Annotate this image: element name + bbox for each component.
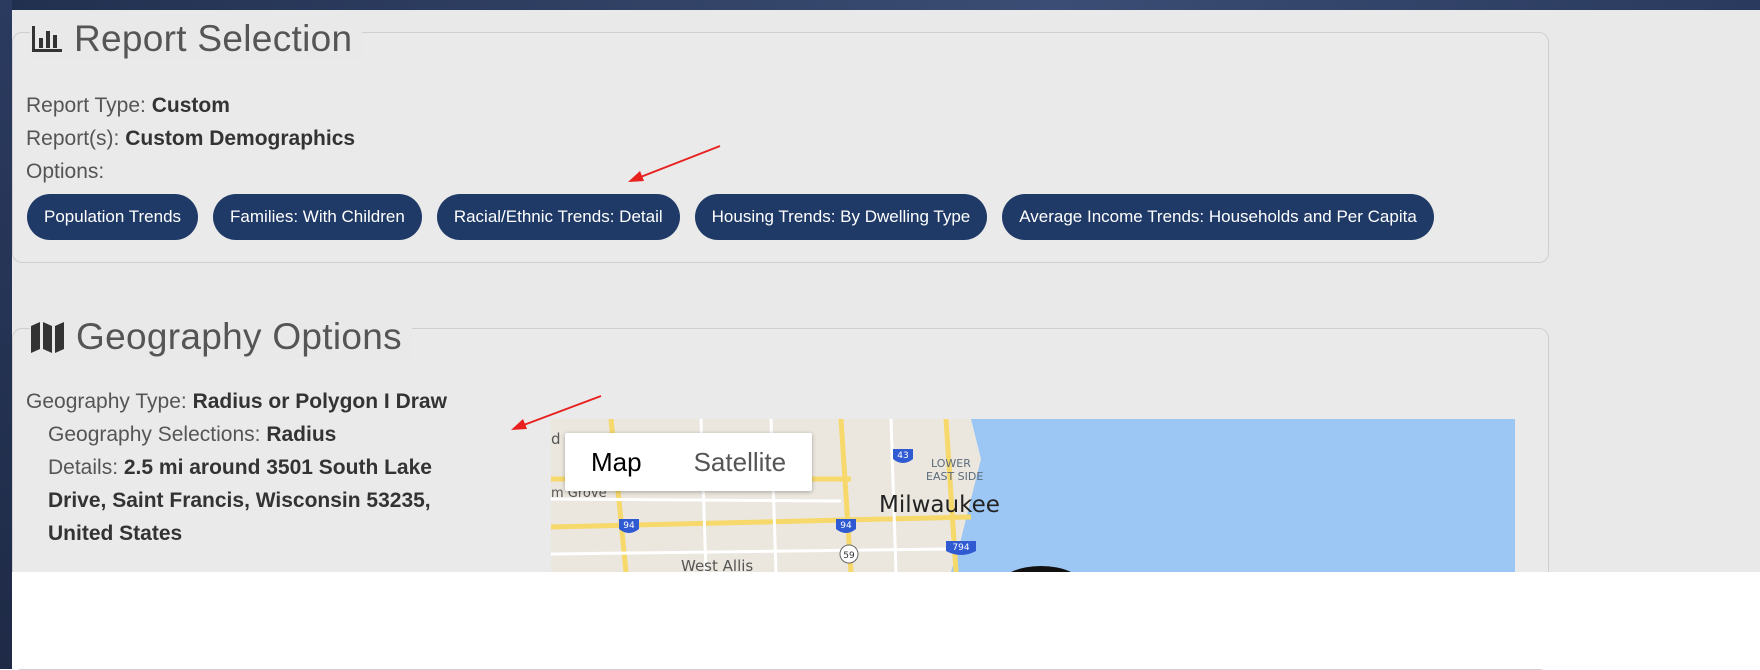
bar-chart-icon [32,26,62,52]
svg-text:59: 59 [843,551,855,561]
map-type-toggle: Map Satellite [565,433,813,491]
details-line-3: United States [48,522,182,546]
option-pill-average-income[interactable]: Average Income Trends: Households and Pe… [1002,194,1434,240]
i94-shield-icon: 94 [619,519,639,533]
geography-selections-value: Radius [266,423,337,446]
geography-type-line: Geography Type: Radius or Polygon I Draw [26,390,447,413]
map-label-milwaukee: Milwaukee [879,492,1000,518]
geography-selections-line: Geography Selections: Radius [48,423,337,446]
reports-line: Report(s): Custom Demographics [26,127,356,150]
window-frame-left [0,0,12,669]
report-selection-heading: Report Selection [30,18,363,60]
options-pill-row: Population Trends Families: With Childre… [27,194,1434,240]
map-label-east-side: EAST SIDE [926,470,983,483]
svg-text:43: 43 [897,451,908,461]
details-line-2: Drive, Saint Francis, Wisconsin 53235, [48,489,431,513]
route-59-shield-icon: 59 [839,544,859,564]
lake-water [951,419,1515,572]
details-line: Details: 2.5 mi around 3501 South Lake [48,456,432,479]
details-value-2: Drive, Saint Francis, Wisconsin 53235, [48,489,431,512]
i94-shield-icon: 94 [836,519,856,533]
bottom-whitespace [12,572,1760,669]
option-pill-families[interactable]: Families: With Children [213,194,422,240]
details-value-3: United States [48,522,183,545]
option-pill-racial-ethnic[interactable]: Racial/Ethnic Trends: Detail [436,194,680,240]
map-type-map-button[interactable]: Map [565,433,668,491]
report-selection-title: Report Selection [74,18,353,59]
report-type-value: Custom [151,94,230,117]
map-label-west-allis: West Allis [681,557,753,572]
svg-text:94: 94 [623,521,635,531]
map-icon [31,322,64,353]
map-type-satellite-button[interactable]: Satellite [668,433,813,491]
window-frame-top [0,0,1760,10]
option-pill-housing-trends[interactable]: Housing Trends: By Dwelling Type [694,194,988,240]
geography-options-heading: Geography Options [30,316,412,358]
reports-value: Custom Demographics [125,127,356,150]
i43-shield-icon: 43 [893,449,913,463]
map-label-d: d [551,430,561,448]
options-label: Options: [26,160,105,183]
i794-shield-icon: 794 [946,541,976,555]
report-type-line: Report Type: Custom [26,94,230,117]
details-value-1: 2.5 mi around 3501 South Lake [123,456,432,479]
svg-text:794: 794 [952,543,969,553]
annotation-arrow-options [628,145,721,182]
option-pill-population-trends[interactable]: Population Trends [27,194,199,240]
geography-type-value: Radius or Polygon I Draw [192,390,447,413]
geography-options-title: Geography Options [76,316,402,357]
map-label-lower: LOWER [931,457,971,470]
svg-text:94: 94 [840,521,852,531]
